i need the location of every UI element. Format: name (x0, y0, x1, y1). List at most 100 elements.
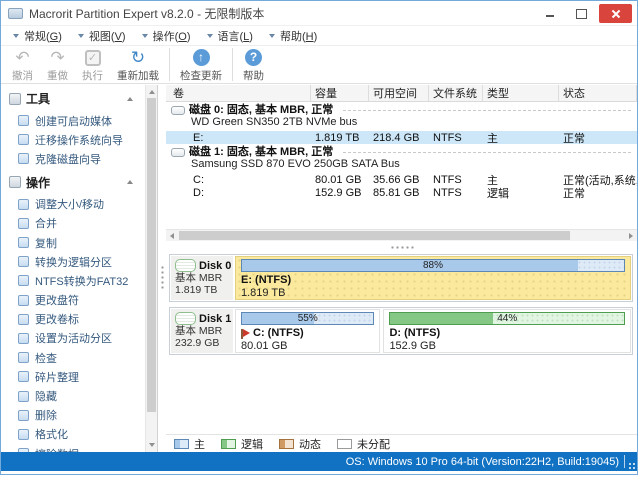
sidebar-item-label: 更改盘符 (35, 292, 79, 308)
menu-item-label: 常规(G) (24, 28, 62, 44)
scroll-down-icon[interactable] (149, 443, 155, 447)
title-bar: Macrorit Partition Expert v8.2.0 - 无限制版本 (1, 1, 637, 26)
usage-bar: 88% (241, 259, 625, 272)
scroll-right-icon[interactable] (629, 233, 633, 239)
sidebar-item-label: 检查 (35, 350, 57, 366)
horizontal-splitter[interactable] (166, 241, 637, 254)
toolbar-reload-button[interactable]: ↻重新加载 (110, 48, 166, 83)
sidebar-item[interactable]: 删除 (1, 406, 145, 425)
cell-capacity: 80.01 GB (311, 174, 369, 186)
partition-C[interactable]: 55%C: (NTFS)80.01 GB (235, 309, 380, 353)
reload-icon: ↻ (131, 48, 145, 67)
sidebar-item[interactable]: 检查 (1, 348, 145, 367)
chevron-down-icon (207, 34, 213, 38)
disk-group-row-1[interactable]: 磁盘 1: 固态, 基本 MBR, 正常Samsung SSD 870 EVO … (166, 144, 637, 173)
disk-info[interactable]: Disk 1基本 MBR232.9 GB (171, 309, 233, 353)
sidebar-scrollbar[interactable] (145, 85, 157, 452)
vertical-splitter[interactable] (157, 85, 166, 452)
sidebar-item[interactable]: 调整大小/移动 (1, 195, 145, 214)
sidebar-section-title: 工具 (26, 90, 50, 107)
disk-model: WD Green SN350 2TB NVMe bus (171, 116, 637, 129)
close-button[interactable] (599, 4, 632, 23)
check-icon (18, 352, 29, 363)
column-header-type[interactable]: 类型 (483, 85, 559, 101)
toolbar-help-button[interactable]: ?帮助 (236, 48, 271, 83)
sidebar-item[interactable]: 复制 (1, 233, 145, 252)
sidebar-item[interactable]: 隐藏 (1, 386, 145, 405)
disk-group-title: 磁盘 1: 固态, 基本 MBR, 正常 (189, 146, 333, 158)
menu-item-L[interactable]: 语言(L) (199, 28, 261, 44)
disk-scheme: 基本 MBR (175, 325, 230, 337)
menu-item-H[interactable]: 帮助(H) (261, 28, 325, 44)
column-header-status[interactable]: 状态 (559, 85, 637, 101)
sidebar-item[interactable]: 迁移操作系统向导 (1, 130, 145, 149)
disk-info[interactable]: Disk 0基本 MBR1.819 TB (171, 256, 233, 300)
volume-row-D[interactable]: D:152.9 GB85.81 GBNTFS逻辑正常 (166, 186, 637, 199)
sidebar-item[interactable]: 擦除数据 (1, 444, 145, 452)
sidebar-item[interactable]: 更改卷标 (1, 310, 145, 329)
disk-info-name-row: Disk 1 (175, 312, 230, 325)
horizontal-scroll-thumb[interactable] (179, 231, 570, 240)
content-area: 卷 容量 可用空间 文件系统 类型 状态 磁盘 0: 固态, 基本 MBR, 正… (166, 85, 637, 452)
status-bar-divider (624, 455, 625, 468)
sidebar-item[interactable]: 创建可启动媒体 (1, 111, 145, 130)
sidebar-item[interactable]: NTFS转换为FAT32 (1, 271, 145, 290)
partition-E[interactable]: 88%E: (NTFS)1.819 TB (235, 256, 631, 300)
toolbar-check-update-button[interactable]: ↑检查更新 (173, 48, 229, 83)
toolbar-redo-button[interactable]: ↷重做 (40, 48, 75, 83)
column-header-free-space[interactable]: 可用空间 (369, 85, 429, 101)
status-bar: OS: Windows 10 Pro 64-bit (Version:22H2,… (1, 452, 637, 471)
sidebar-item[interactable]: 合并 (1, 214, 145, 233)
legend-swatch-logical (221, 439, 236, 449)
empty-area (166, 360, 637, 434)
column-header-volume[interactable]: 卷 (166, 85, 311, 101)
table-horizontal-scrollbar[interactable] (166, 229, 637, 241)
window-title: Macrorit Partition Expert v8.2.0 - 无限制版本 (29, 5, 264, 22)
sidebar-item-label: NTFS转换为FAT32 (35, 273, 128, 289)
resize-grip[interactable] (627, 461, 636, 470)
partition-D[interactable]: 44%D: (NTFS)152.9 GB (383, 309, 631, 353)
menu-item-label: 视图(V) (89, 28, 126, 44)
toolbar-button-label: 帮助 (243, 68, 264, 83)
partitions: 55%C: (NTFS)80.01 GB44%D: (NTFS)152.9 GB (235, 309, 631, 353)
cell-fs: NTFS (429, 187, 483, 199)
sidebar-section-operations[interactable]: 操作 (1, 169, 145, 195)
sidebar-item[interactable]: 转换为逻辑分区 (1, 252, 145, 271)
disk-size: 1.819 TB (175, 284, 230, 296)
column-header-capacity[interactable]: 容量 (311, 85, 369, 101)
maximize-button[interactable] (568, 5, 594, 23)
sidebar-section-tools[interactable]: 工具 (1, 85, 145, 111)
disk-name: Disk 1 (199, 313, 231, 325)
sidebar-item[interactable]: 克隆磁盘向导 (1, 149, 145, 168)
partition-name-row: D: (NTFS) (389, 327, 625, 340)
sidebar-item-label: 合并 (35, 215, 57, 231)
scroll-up-icon[interactable] (149, 90, 155, 94)
sidebar-item[interactable]: 碎片整理 (1, 367, 145, 386)
legend-item-logical: 逻辑 (221, 436, 263, 452)
menu-item-G[interactable]: 常规(G) (5, 28, 70, 44)
disk-scheme: 基本 MBR (175, 272, 230, 284)
toolbar-undo-button[interactable]: ↶撤消 (5, 48, 40, 83)
toolbar-execute-button[interactable]: ✓执行 (75, 48, 110, 83)
scroll-left-icon[interactable] (170, 233, 174, 239)
minimize-button[interactable] (537, 5, 563, 23)
hide-icon (18, 391, 29, 402)
collapse-caret-icon[interactable] (127, 180, 133, 184)
app-window: Macrorit Partition Expert v8.2.0 - 无限制版本… (0, 0, 638, 475)
menu-item-label: 帮助(H) (280, 28, 317, 44)
menu-item-O[interactable]: 操作(O) (134, 28, 199, 44)
table-header: 卷 容量 可用空间 文件系统 类型 状态 (166, 85, 637, 102)
sidebar-scroll-thumb[interactable] (147, 98, 156, 412)
sidebar-item[interactable]: 设置为活动分区 (1, 329, 145, 348)
disk-group-row-0[interactable]: 磁盘 0: 固态, 基本 MBR, 正常WD Green SN350 2TB N… (166, 102, 637, 131)
sidebar-item[interactable]: 更改盘符 (1, 291, 145, 310)
legend-label: 动态 (299, 436, 321, 452)
cell-free: 218.4 GB (369, 132, 429, 144)
volume-row-E[interactable]: E:1.819 TB218.4 GBNTFS主正常 (166, 131, 637, 144)
defrag-icon (18, 371, 29, 382)
column-header-file-system[interactable]: 文件系统 (429, 85, 483, 101)
menu-item-V[interactable]: 视图(V) (70, 28, 134, 44)
collapse-caret-icon[interactable] (127, 97, 133, 101)
usage-bar: 55% (241, 312, 374, 325)
sidebar-item[interactable]: 格式化 (1, 425, 145, 444)
